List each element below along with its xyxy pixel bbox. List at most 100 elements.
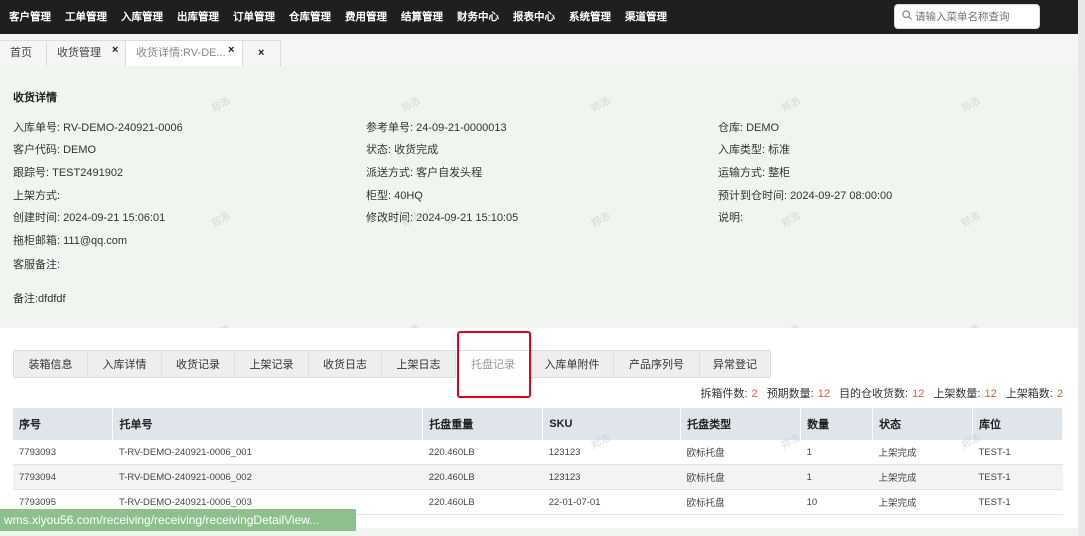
subtab-putaway-log[interactable]: 上架日志 (381, 350, 456, 378)
cell: 7793094 (13, 464, 113, 490)
stat-value: 2 (1056, 388, 1063, 400)
table-header-row: 序号 托单号 托盘重量 SKU 托盘类型 数量 状态 库位 (13, 408, 1064, 440)
close-icon[interactable]: × (258, 41, 264, 65)
col-header: 序号 (13, 408, 114, 440)
subtab-receiving-records[interactable]: 收货记录 (161, 350, 235, 378)
watermark: 郑浩 (589, 210, 613, 230)
field-modified-time: 修改时间: 2024-09-21 15:10:05 (366, 212, 519, 224)
cell: 220.460LB (422, 464, 543, 490)
subtab-inbound-attachments[interactable]: 入库单附件 (530, 350, 614, 378)
cell: 欧标托盘 (680, 489, 801, 515)
subtab-inbound-detail[interactable]: 入库详情 (87, 350, 162, 378)
stat-value: 2 (751, 388, 758, 400)
close-icon[interactable]: × (112, 38, 118, 62)
subtab-exception-registration[interactable]: 异常登记 (699, 350, 771, 378)
field-putaway-method: 上架方式: (13, 190, 61, 202)
subtab-product-serials[interactable]: 产品序列号 (613, 350, 700, 378)
main-menu: 客户管理 工单管理 入库管理 出库管理 订单管理 仓库管理 费用管理 结算管理 … (0, 0, 676, 34)
scrollbar[interactable] (1078, 0, 1085, 536)
field-transport-method: 运输方式: 整柜 (718, 167, 791, 179)
close-icon[interactable]: × (228, 38, 234, 62)
col-header: 托单号 (112, 408, 424, 440)
subtab-putaway-records[interactable]: 上架记录 (234, 350, 309, 378)
field-created-time: 创建时间: 2024-09-21 15:06:01 (13, 212, 166, 224)
watermark: 郑浩 (589, 95, 613, 115)
menu-item[interactable]: 结算管理 (396, 0, 452, 34)
menu-item[interactable]: 订单管理 (228, 0, 284, 34)
stat-value: 12 (984, 388, 997, 400)
cell: 上架完成 (872, 440, 973, 465)
menu-item[interactable]: 报表中心 (508, 0, 564, 34)
cell: 220.460LB (422, 489, 543, 515)
stat-label: 预期数量: (766, 388, 814, 400)
stat-label: 目的仓收货数: (839, 388, 909, 400)
status-bar-url: wms.xiyou56.com/receiving/receiving/rece… (0, 509, 356, 531)
field-tracking-number: 跟踪号: TEST2491902 (13, 167, 124, 179)
menu-item[interactable]: 财务中心 (452, 0, 508, 34)
page-tabs: 首页 收货管理 × 收货详情:RV-DE... × × (0, 34, 1078, 67)
field-reference-number: 参考单号: 24-09-21-0000013 (366, 122, 507, 134)
table-row[interactable]: 7793093 T-RV-DEMO-240921-0006_001 220.46… (13, 440, 1063, 465)
field-delivery-method: 派送方式: 客户自发头程 (366, 167, 483, 179)
watermark: 郑浩 (779, 210, 803, 230)
col-header: 状态 (872, 408, 973, 440)
tab-receiving-management[interactable]: 收货管理 × (46, 40, 126, 66)
menu-item[interactable]: 出库管理 (172, 0, 228, 34)
field-container-type: 柜型: 40HQ (366, 190, 423, 202)
tab-label: 收货管理 (57, 47, 101, 59)
subtab-receiving-log[interactable]: 收货日志 (308, 350, 382, 378)
table-row[interactable]: 7793094 T-RV-DEMO-240921-0006_002 220.46… (13, 464, 1063, 490)
cell: 123123 (542, 464, 681, 490)
cell: 1 (800, 440, 873, 465)
field-description: 说明: (718, 212, 744, 224)
search-input[interactable] (915, 8, 1035, 25)
top-navbar: 客户管理 工单管理 入库管理 出库管理 订单管理 仓库管理 费用管理 结算管理 … (0, 0, 1078, 34)
cell: 1 (800, 464, 873, 490)
tab-home[interactable]: 首页 (0, 40, 47, 66)
cell: TEST-1 (972, 489, 1063, 515)
cell: TEST-1 (972, 464, 1063, 490)
field-inbound-type: 入库类型: 标准 (718, 144, 791, 156)
summary-stats: 拆箱件数: 2 预期数量: 12 目的仓收货数: 12 上架数量: 12 上架箱数: 2 (700, 385, 1063, 401)
menu-item[interactable]: 渠道管理 (620, 0, 676, 34)
tab-close-all[interactable]: × (242, 40, 281, 66)
watermark: 郑浩 (779, 95, 803, 115)
stat-value: 12 (817, 388, 830, 400)
menu-item[interactable]: 仓库管理 (284, 0, 340, 34)
cell: 欧标托盘 (680, 464, 801, 490)
col-header: 数量 (800, 408, 874, 440)
highlight-box (457, 331, 531, 398)
field-customer-code: 客户代码: DEMO (13, 144, 97, 156)
menu-item[interactable]: 客户管理 (0, 0, 60, 34)
col-header: 库位 (972, 408, 1064, 440)
tab-receiving-detail[interactable]: 收货详情:RV-DE... × (125, 40, 243, 66)
field-status: 状态: 收货完成 (366, 144, 439, 156)
watermark: 郑浩 (959, 210, 983, 230)
menu-item[interactable]: 系统管理 (564, 0, 620, 34)
field-service-note: 客服备注: (13, 259, 61, 271)
field-eta: 预计到仓时间: 2024-09-27 08:00:00 (718, 190, 893, 202)
watermark: 郑浩 (209, 210, 233, 230)
cell: 上架完成 (872, 464, 973, 490)
watermark: 郑浩 (399, 95, 423, 115)
field-inbound-number: 入库单号: RV-DEMO-240921-0006 (13, 122, 183, 134)
cell: TEST-1 (972, 440, 1063, 465)
subtab-packing-info[interactable]: 装箱信息 (13, 350, 88, 378)
stat-label: 上架箱数: (1005, 388, 1053, 400)
col-header: SKU (542, 408, 682, 440)
stat-value: 12 (912, 388, 925, 400)
search-icon (902, 10, 912, 20)
menu-item[interactable]: 费用管理 (340, 0, 396, 34)
col-header: 托盘重量 (422, 408, 544, 440)
cell: T-RV-DEMO-240921-0006_002 (112, 464, 423, 490)
field-remark: 备注:dfdfdf (13, 293, 66, 305)
menu-item[interactable]: 工单管理 (60, 0, 116, 34)
cell: T-RV-DEMO-240921-0006_001 (112, 440, 423, 465)
watermark: 郑浩 (209, 95, 233, 115)
menu-search[interactable] (894, 4, 1040, 29)
field-warehouse: 仓库: DEMO (718, 122, 780, 134)
pallet-records-table: 序号 托单号 托盘重量 SKU 托盘类型 数量 状态 库位 7793093 T-… (13, 408, 1064, 515)
cell: 7793093 (13, 440, 113, 465)
field-container-email: 拖柜邮箱: 111@qq.com (13, 235, 128, 247)
menu-item[interactable]: 入库管理 (116, 0, 172, 34)
